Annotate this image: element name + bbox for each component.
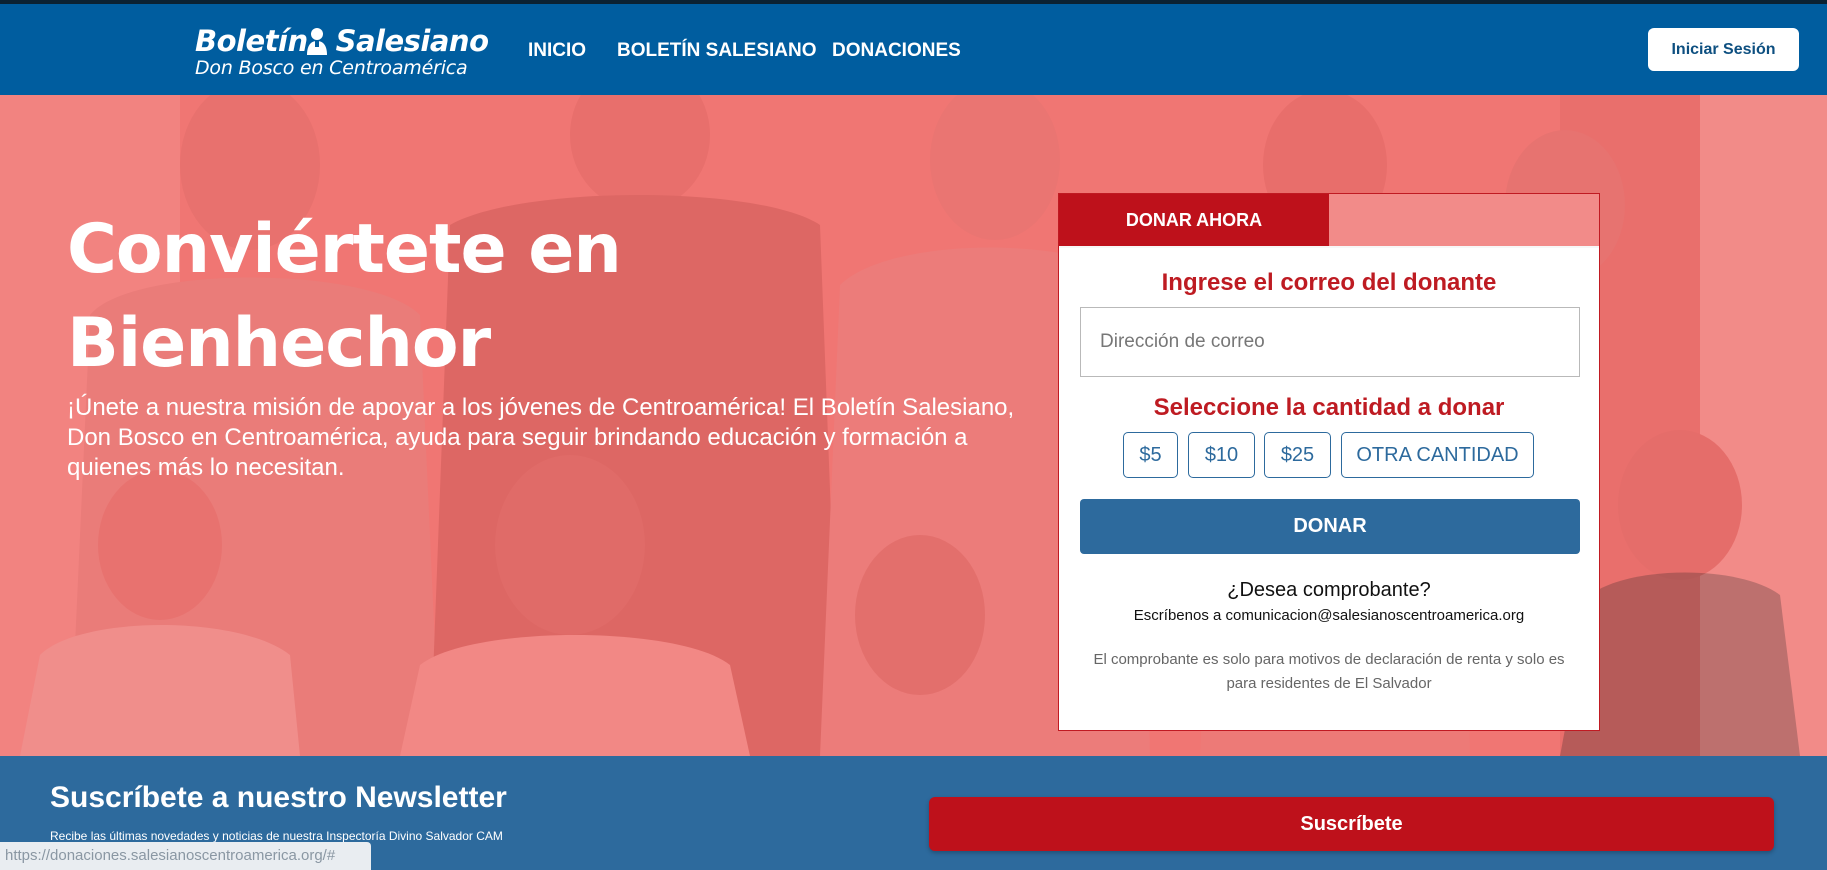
donation-tabs: DONAR AHORA [1059,194,1599,248]
receipt-question: ¿Desea comprobante? [1227,579,1431,601]
status-bar-url: https://donaciones.salesianoscentroameri… [0,842,371,870]
nav-item-inicio[interactable]: INICIO [528,40,586,62]
donate-button[interactable]: DONAR [1080,499,1580,554]
amount-other-button[interactable]: OTRA CANTIDAD [1341,432,1534,478]
nav-item-boletin[interactable]: BOLETÍN SALESIANO [617,40,817,62]
amount-5-button[interactable]: $5 [1123,432,1178,478]
amount-heading: Seleccione la cantidad a donar [1153,394,1505,421]
hero-title-line2: Bienhechor [67,304,491,383]
email-heading: Ingrese el correo del donante [1161,269,1497,296]
hero-title-line1: Conviértete en [67,210,622,289]
donation-card: DONAR AHORA Ingrese el correo del donant… [1058,193,1600,731]
logo-title: Boletín Salesiano [195,24,489,58]
hero-description: ¡Únete a nuestra misión de apoyar a los … [67,394,1015,481]
logo-title-part2: Salesiano [335,24,489,58]
amount-10-button[interactable]: $10 [1188,432,1255,478]
login-button[interactable]: Iniciar Sesión [1648,28,1799,71]
newsletter-title: Suscríbete a nuestro Newsletter [50,781,507,814]
receipt-contact: Escríbenos a comunicacion@salesianoscent… [1133,607,1525,624]
brand-logo[interactable]: Boletín Salesiano Don Bosco en Centroamér… [195,24,489,84]
nav-item-donaciones[interactable]: DONACIONES [832,40,961,62]
donor-email-input[interactable] [1080,307,1580,377]
site-header: Boletín Salesiano Don Bosco en Centroamér… [0,4,1827,95]
logo-title-part1: Boletín [195,24,308,58]
don-bosco-bust-icon [307,28,327,55]
receipt-note: El comprobante es solo para motivos de d… [1093,651,1565,692]
logo-subtitle: Don Bosco en Centroamérica [195,57,468,79]
tab-donar-ahora[interactable]: DONAR AHORA [1059,194,1329,246]
subscribe-button[interactable]: Suscríbete [929,797,1774,851]
hero-title: Conviértete en Bienhechor [67,203,622,391]
amount-25-button[interactable]: $25 [1264,432,1331,478]
newsletter-subtitle: Recibe las últimas novedades y noticias … [50,829,503,843]
